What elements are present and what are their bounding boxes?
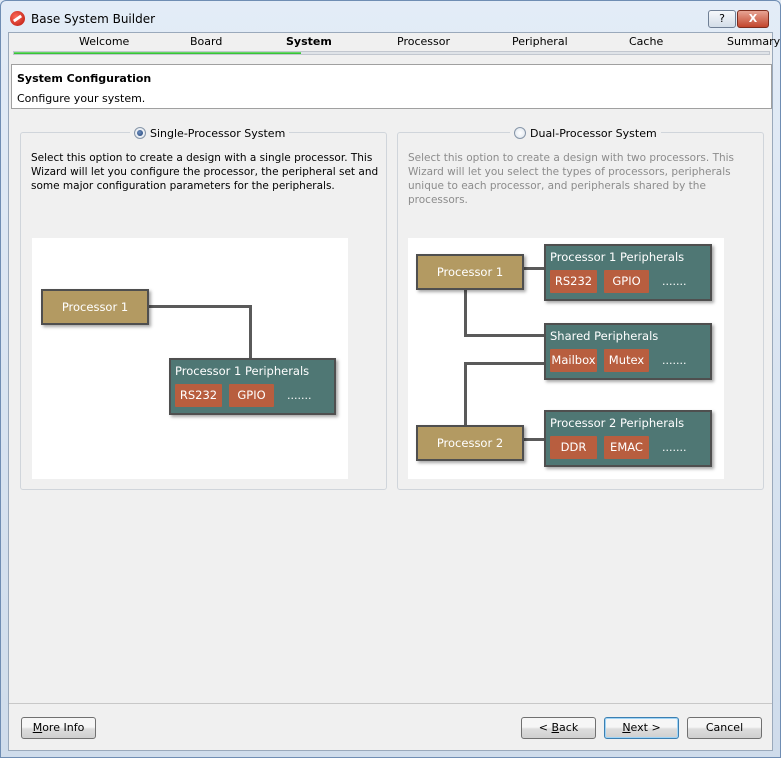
- p1-peripherals-title: Processor 1 Peripherals: [550, 250, 685, 264]
- connector-line: [464, 290, 467, 337]
- processor-2-peripherals-block: Processor 2 Peripherals DDR EMAC .......: [544, 410, 712, 467]
- connector-line: [249, 305, 252, 360]
- single-processor-label[interactable]: Single-Processor System: [150, 127, 285, 140]
- more-peripherals-ellipsis: .......: [287, 389, 312, 402]
- back-label: ack: [559, 721, 579, 734]
- mutex-chip: Mutex: [604, 349, 649, 372]
- processor-1-block: Processor 1: [41, 289, 149, 325]
- more-info-accesskey: M: [32, 721, 43, 734]
- more-info-label: ore Info: [42, 721, 85, 734]
- next-accesskey: N: [622, 721, 631, 734]
- dual-processor-group: Dual-Processor System Select this option…: [397, 126, 764, 490]
- step-processor: Processor: [397, 35, 450, 48]
- more-peripherals-ellipsis: .......: [662, 354, 687, 367]
- title-bar[interactable]: Base System Builder ? X: [1, 1, 780, 33]
- single-processor-option[interactable]: Single-Processor System: [130, 126, 290, 140]
- wizard-progress-bar: [13, 51, 770, 55]
- close-button[interactable]: X: [737, 10, 769, 28]
- wizard-client-area: Welcome Board System Processor Periphera…: [8, 32, 780, 751]
- shared-peripherals-block: Shared Peripherals Mailbox Mutex .......: [544, 323, 712, 380]
- step-summary: Summary: [727, 35, 781, 48]
- dual-processor-diagram: Processor 1 Processor 2 Processor 1 Peri…: [408, 238, 724, 479]
- shared-peripherals-title: Shared Peripherals: [550, 329, 659, 343]
- page-header: System Configuration Configure your syst…: [11, 64, 772, 109]
- single-processor-description: Select this option to create a design wi…: [31, 152, 379, 192]
- ddr-chip: DDR: [550, 436, 597, 459]
- dual-processor-radio[interactable]: [514, 127, 526, 139]
- processor-1-peripherals-block: Processor 1 Peripherals RS232 GPIO .....…: [169, 358, 336, 415]
- dual-processor-label[interactable]: Dual-Processor System: [530, 127, 657, 140]
- back-accesskey: B: [551, 721, 560, 734]
- dual-processor-description: Select this option to create a design wi…: [408, 152, 735, 206]
- peripherals-title: Processor 1 Peripherals: [175, 364, 310, 378]
- mailbox-chip: Mailbox: [550, 349, 597, 372]
- gpio-chip: GPIO: [604, 270, 649, 293]
- emac-chip: EMAC: [604, 436, 649, 459]
- wizard-steps: Welcome Board System Processor Periphera…: [9, 33, 780, 55]
- dual-processor-option[interactable]: Dual-Processor System: [510, 126, 661, 140]
- connector-line: [464, 334, 546, 337]
- processor-2-block: Processor 2: [416, 425, 524, 461]
- connector-line: [464, 362, 546, 365]
- help-button[interactable]: ?: [708, 10, 736, 28]
- step-cache: Cache: [629, 35, 664, 48]
- back-label-pre: <: [538, 721, 552, 734]
- step-peripheral: Peripheral: [512, 35, 568, 48]
- page-title: System Configuration: [17, 72, 152, 85]
- window-title: Base System Builder: [31, 12, 156, 26]
- dialog-window: Base System Builder ? X Welcome Board Sy…: [0, 0, 781, 758]
- back-button[interactable]: < Back: [521, 717, 596, 739]
- cancel-button[interactable]: Cancel: [687, 717, 762, 739]
- connector-line: [464, 362, 467, 430]
- step-board: Board: [190, 35, 223, 48]
- rs232-chip: RS232: [175, 384, 222, 407]
- next-button[interactable]: Next >: [604, 717, 679, 739]
- single-processor-radio[interactable]: [134, 127, 146, 139]
- processor-1-block: Processor 1: [416, 254, 524, 290]
- single-processor-group: Single-Processor System Select this opti…: [20, 126, 387, 490]
- single-processor-diagram: Processor 1 Processor 1 Peripherals RS23…: [32, 238, 348, 479]
- more-peripherals-ellipsis: .......: [662, 275, 687, 288]
- more-peripherals-ellipsis: .......: [662, 441, 687, 454]
- cancel-label: Cancel: [705, 721, 744, 734]
- step-welcome: Welcome: [79, 35, 130, 48]
- next-label: ext >: [630, 721, 661, 734]
- app-logo-icon: [10, 11, 25, 26]
- p2-peripherals-title: Processor 2 Peripherals: [550, 416, 685, 430]
- gpio-chip: GPIO: [229, 384, 274, 407]
- rs232-chip: RS232: [550, 270, 597, 293]
- button-bar-separator: [9, 703, 772, 704]
- page-subtitle: Configure your system.: [17, 92, 146, 105]
- processor-1-peripherals-block: Processor 1 Peripherals RS232 GPIO .....…: [544, 244, 712, 301]
- connector-line: [148, 305, 252, 308]
- step-system: System: [286, 35, 332, 48]
- more-info-button[interactable]: More Info: [21, 717, 96, 739]
- wizard-progress-fill: [14, 52, 301, 54]
